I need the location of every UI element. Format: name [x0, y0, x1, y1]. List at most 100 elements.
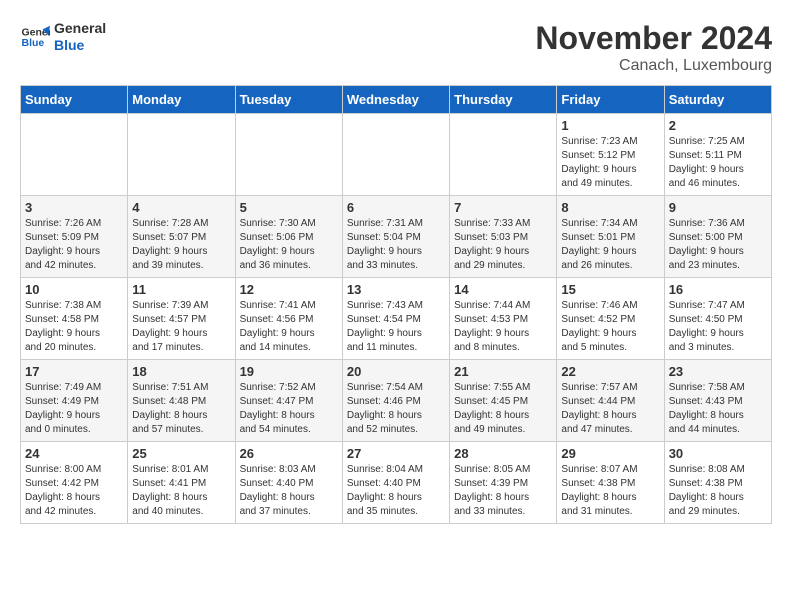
- calendar-cell: 1 Sunrise: 7:23 AM Sunset: 5:12 PM Daylig…: [557, 114, 664, 196]
- day-info: Sunrise: 7:31 AM Sunset: 5:04 PM Dayligh…: [347, 217, 445, 273]
- day-number: 17: [25, 364, 123, 379]
- calendar-week-row: 1 Sunrise: 7:23 AM Sunset: 5:12 PM Daylig…: [21, 114, 772, 196]
- day-number: 2: [669, 118, 767, 133]
- calendar-cell: 18Sunrise: 7:51 AM Sunset: 4:48 PM Dayli…: [128, 360, 235, 442]
- day-number: 22: [561, 364, 659, 379]
- calendar-cell: 15Sunrise: 7:46 AM Sunset: 4:52 PM Dayli…: [557, 278, 664, 360]
- day-number: 9: [669, 200, 767, 215]
- day-info: Sunrise: 7:33 AM Sunset: 5:03 PM Dayligh…: [454, 217, 552, 273]
- day-number: 23: [669, 364, 767, 379]
- calendar-table: SundayMondayTuesdayWednesdayThursdayFrid…: [20, 85, 772, 524]
- day-info: Sunrise: 7:52 AM Sunset: 4:47 PM Dayligh…: [240, 381, 338, 437]
- day-info: Sunrise: 7:30 AM Sunset: 5:06 PM Dayligh…: [240, 217, 338, 273]
- month-title: November 2024: [535, 20, 772, 57]
- weekday-header-thursday: Thursday: [450, 86, 557, 114]
- weekday-header-tuesday: Tuesday: [235, 86, 342, 114]
- calendar-cell: 25Sunrise: 8:01 AM Sunset: 4:41 PM Dayli…: [128, 442, 235, 524]
- calendar-cell: 9 Sunrise: 7:36 AM Sunset: 5:00 PM Daylig…: [664, 196, 771, 278]
- day-info: Sunrise: 7:51 AM Sunset: 4:48 PM Dayligh…: [132, 381, 230, 437]
- day-number: 24: [25, 446, 123, 461]
- day-info: Sunrise: 8:01 AM Sunset: 4:41 PM Dayligh…: [132, 463, 230, 519]
- calendar-cell: [450, 114, 557, 196]
- day-info: Sunrise: 7:47 AM Sunset: 4:50 PM Dayligh…: [669, 299, 767, 355]
- day-number: 27: [347, 446, 445, 461]
- calendar-cell: 16 Sunrise: 7:47 AM Sunset: 4:50 PM Dayli…: [664, 278, 771, 360]
- day-number: 16: [669, 282, 767, 297]
- calendar-cell: 28Sunrise: 8:05 AM Sunset: 4:39 PM Dayli…: [450, 442, 557, 524]
- logo: General Blue General Blue: [20, 20, 106, 54]
- day-number: 14: [454, 282, 552, 297]
- day-info: Sunrise: 8:03 AM Sunset: 4:40 PM Dayligh…: [240, 463, 338, 519]
- calendar-cell: 29Sunrise: 8:07 AM Sunset: 4:38 PM Dayli…: [557, 442, 664, 524]
- weekday-header-friday: Friday: [557, 86, 664, 114]
- day-info: Sunrise: 8:08 AM Sunset: 4:38 PM Dayligh…: [669, 463, 767, 519]
- weekday-header-wednesday: Wednesday: [342, 86, 449, 114]
- calendar-cell: 24 Sunrise: 8:00 AM Sunset: 4:42 PM Dayli…: [21, 442, 128, 524]
- day-number: 26: [240, 446, 338, 461]
- weekday-header-sunday: Sunday: [21, 86, 128, 114]
- calendar-cell: 22 Sunrise: 7:57 AM Sunset: 4:44 PM Dayli…: [557, 360, 664, 442]
- day-number: 7: [454, 200, 552, 215]
- day-info: Sunrise: 7:46 AM Sunset: 4:52 PM Dayligh…: [561, 299, 659, 355]
- calendar-header: SundayMondayTuesdayWednesdayThursdayFrid…: [21, 86, 772, 114]
- day-info: Sunrise: 7:34 AM Sunset: 5:01 PM Dayligh…: [561, 217, 659, 273]
- calendar-cell: [128, 114, 235, 196]
- calendar-cell: 21 Sunrise: 7:55 AM Sunset: 4:45 PM Dayli…: [450, 360, 557, 442]
- day-info: Sunrise: 7:25 AM Sunset: 5:11 PM Dayligh…: [669, 135, 767, 191]
- day-info: Sunrise: 7:58 AM Sunset: 4:43 PM Dayligh…: [669, 381, 767, 437]
- calendar-cell: 13 Sunrise: 7:43 AM Sunset: 4:54 PM Dayli…: [342, 278, 449, 360]
- day-number: 1: [561, 118, 659, 133]
- day-info: Sunrise: 7:39 AM Sunset: 4:57 PM Dayligh…: [132, 299, 230, 355]
- calendar-cell: 3Sunrise: 7:26 AM Sunset: 5:09 PM Daylig…: [21, 196, 128, 278]
- day-number: 10: [25, 282, 123, 297]
- calendar-cell: 7 Sunrise: 7:33 AM Sunset: 5:03 PM Daylig…: [450, 196, 557, 278]
- day-number: 11: [132, 282, 230, 297]
- calendar-cell: 19 Sunrise: 7:52 AM Sunset: 4:47 PM Dayli…: [235, 360, 342, 442]
- calendar-cell: 5 Sunrise: 7:30 AM Sunset: 5:06 PM Daylig…: [235, 196, 342, 278]
- day-info: Sunrise: 7:36 AM Sunset: 5:00 PM Dayligh…: [669, 217, 767, 273]
- day-info: Sunrise: 8:04 AM Sunset: 4:40 PM Dayligh…: [347, 463, 445, 519]
- calendar-cell: 17 Sunrise: 7:49 AM Sunset: 4:49 PM Dayli…: [21, 360, 128, 442]
- location-subtitle: Canach, Luxembourg: [535, 57, 772, 75]
- day-number: 5: [240, 200, 338, 215]
- weekday-header-row: SundayMondayTuesdayWednesdayThursdayFrid…: [21, 86, 772, 114]
- logo-blue: Blue: [54, 37, 106, 54]
- calendar-week-row: 17 Sunrise: 7:49 AM Sunset: 4:49 PM Dayli…: [21, 360, 772, 442]
- calendar-cell: 23 Sunrise: 7:58 AM Sunset: 4:43 PM Dayli…: [664, 360, 771, 442]
- calendar-cell: [342, 114, 449, 196]
- day-info: Sunrise: 7:23 AM Sunset: 5:12 PM Dayligh…: [561, 135, 659, 191]
- title-block: November 2024 Canach, Luxembourg: [535, 20, 772, 75]
- day-info: Sunrise: 7:44 AM Sunset: 4:53 PM Dayligh…: [454, 299, 552, 355]
- day-number: 8: [561, 200, 659, 215]
- day-number: 13: [347, 282, 445, 297]
- weekday-header-saturday: Saturday: [664, 86, 771, 114]
- weekday-header-monday: Monday: [128, 86, 235, 114]
- calendar-week-row: 10 Sunrise: 7:38 AM Sunset: 4:58 PM Dayli…: [21, 278, 772, 360]
- calendar-body: 1 Sunrise: 7:23 AM Sunset: 5:12 PM Daylig…: [21, 114, 772, 524]
- day-number: 6: [347, 200, 445, 215]
- day-number: 21: [454, 364, 552, 379]
- day-info: Sunrise: 7:26 AM Sunset: 5:09 PM Dayligh…: [25, 217, 123, 273]
- day-info: Sunrise: 7:49 AM Sunset: 4:49 PM Dayligh…: [25, 381, 123, 437]
- day-info: Sunrise: 7:38 AM Sunset: 4:58 PM Dayligh…: [25, 299, 123, 355]
- day-number: 20: [347, 364, 445, 379]
- calendar-cell: 12Sunrise: 7:41 AM Sunset: 4:56 PM Dayli…: [235, 278, 342, 360]
- calendar-week-row: 3Sunrise: 7:26 AM Sunset: 5:09 PM Daylig…: [21, 196, 772, 278]
- day-info: Sunrise: 7:28 AM Sunset: 5:07 PM Dayligh…: [132, 217, 230, 273]
- calendar-cell: 6 Sunrise: 7:31 AM Sunset: 5:04 PM Daylig…: [342, 196, 449, 278]
- day-info: Sunrise: 8:00 AM Sunset: 4:42 PM Dayligh…: [25, 463, 123, 519]
- day-info: Sunrise: 7:54 AM Sunset: 4:46 PM Dayligh…: [347, 381, 445, 437]
- day-info: Sunrise: 7:43 AM Sunset: 4:54 PM Dayligh…: [347, 299, 445, 355]
- calendar-cell: 2 Sunrise: 7:25 AM Sunset: 5:11 PM Daylig…: [664, 114, 771, 196]
- day-info: Sunrise: 7:55 AM Sunset: 4:45 PM Dayligh…: [454, 381, 552, 437]
- day-number: 28: [454, 446, 552, 461]
- calendar-week-row: 24 Sunrise: 8:00 AM Sunset: 4:42 PM Dayli…: [21, 442, 772, 524]
- day-info: Sunrise: 7:57 AM Sunset: 4:44 PM Dayligh…: [561, 381, 659, 437]
- day-number: 19: [240, 364, 338, 379]
- day-number: 12: [240, 282, 338, 297]
- day-number: 30: [669, 446, 767, 461]
- day-number: 29: [561, 446, 659, 461]
- calendar-cell: [235, 114, 342, 196]
- calendar-cell: [21, 114, 128, 196]
- day-number: 4: [132, 200, 230, 215]
